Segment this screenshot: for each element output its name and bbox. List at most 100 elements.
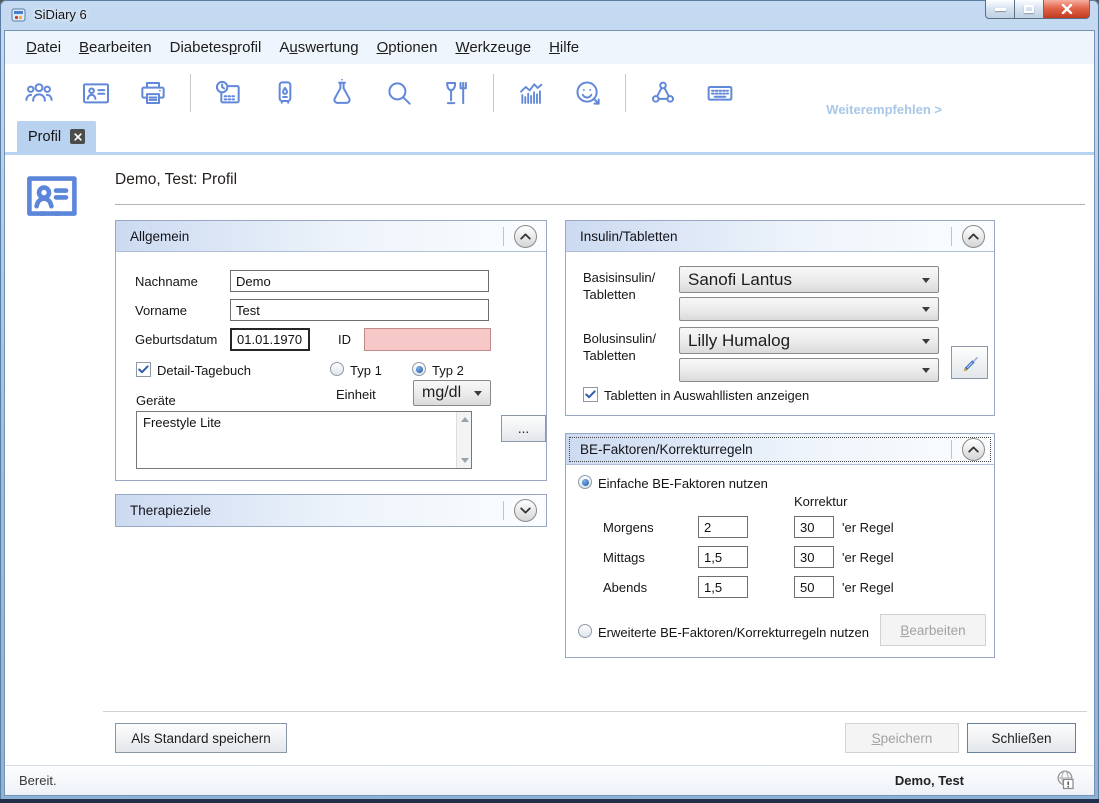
panel-insulin-header[interactable]: Insulin/Tabletten: [566, 221, 994, 252]
geraete-label: Geräte: [136, 393, 176, 408]
collapse-button[interactable]: [962, 225, 985, 248]
morgens-korrektur-field[interactable]: [794, 516, 834, 538]
close-button[interactable]: [1044, 0, 1090, 19]
scroll-down-icon: [461, 458, 469, 463]
bearbeiten-button[interactable]: Bearbeiten: [880, 614, 986, 646]
header-divider: [951, 227, 952, 246]
basisinsulin-select[interactable]: Sanofi Lantus: [679, 266, 939, 293]
panel-therapieziele-title: Therapieziele: [130, 503, 211, 518]
statistics-button[interactable]: [511, 73, 551, 113]
profile-page-icon: [25, 173, 79, 226]
schliessen-button[interactable]: Schließen: [967, 723, 1076, 753]
geburtsdatum-field[interactable]: [230, 328, 310, 351]
device-list-item[interactable]: Freestyle Lite: [137, 412, 471, 433]
print-button[interactable]: [133, 73, 173, 113]
food-button[interactable]: [436, 73, 476, 113]
check-icon: [585, 390, 596, 399]
panel-allgemein-header[interactable]: Allgemein: [116, 221, 546, 252]
wellbeing-button[interactable]: [568, 73, 608, 113]
menu-auswertung[interactable]: Auswertung: [270, 35, 367, 60]
listbox-scrollbar[interactable]: [456, 412, 471, 468]
promo-link[interactable]: Weiterempfehlen >: [826, 102, 942, 117]
geraete-listbox[interactable]: Freestyle Lite: [136, 411, 472, 469]
title-bar[interactable]: SiDiary 6: [0, 0, 1099, 30]
chevron-down-icon: [922, 278, 930, 283]
toolbar-separator: [625, 74, 626, 112]
bolusinsulin-value: Lilly Humalog: [688, 331, 790, 351]
tabletten-anzeigen-checkbox[interactable]: [583, 387, 598, 402]
menu-optionen[interactable]: Optionen: [368, 35, 447, 60]
menu-bar: Datei Bearbeiten Diabetesprofil Auswertu…: [5, 31, 1094, 64]
keyboard-icon: [703, 77, 737, 109]
id-field[interactable]: [364, 328, 491, 351]
morgens-faktor-field[interactable]: [698, 516, 748, 538]
vorname-field[interactable]: [230, 299, 489, 321]
panel-insulin-title: Insulin/Tabletten: [580, 229, 678, 244]
einfache-be-radio[interactable]: [578, 475, 592, 489]
client-area: Datei Bearbeiten Diabetesprofil Auswertu…: [4, 30, 1095, 796]
lab-icon: [325, 77, 359, 109]
globe-alert-icon[interactable]: [1054, 769, 1079, 795]
minimize-button[interactable]: [985, 0, 1015, 19]
syringe-icon: [960, 353, 980, 373]
panel-insulin: Insulin/Tabletten Basisinsulin/ Tablette…: [565, 220, 995, 416]
expand-button[interactable]: [514, 499, 537, 522]
abends-label: Abends: [603, 580, 647, 595]
search-button[interactable]: [379, 73, 419, 113]
bolusinsulin-select-2[interactable]: [679, 358, 939, 382]
detail-tagebuch-checkbox[interactable]: [136, 362, 151, 377]
mittags-faktor-field[interactable]: [698, 546, 748, 568]
tab-close-button[interactable]: [70, 129, 85, 144]
panel-allgemein-title: Allgemein: [130, 229, 189, 244]
panel-therapieziele-header[interactable]: Therapieziele: [116, 495, 546, 526]
collapse-button[interactable]: [514, 225, 537, 248]
maximize-button[interactable]: [1015, 0, 1044, 19]
menu-bearbeiten[interactable]: Bearbeiten: [70, 35, 161, 60]
typ2-radio[interactable]: [412, 362, 426, 376]
device-icon: [268, 77, 302, 109]
tab-bar: Profil: [5, 121, 1094, 155]
erweiterte-be-radio[interactable]: [578, 624, 592, 638]
collapse-button[interactable]: [962, 438, 985, 461]
profile-card-button[interactable]: [76, 73, 116, 113]
panel-be-faktoren-header[interactable]: BE-Faktoren/Korrekturregeln: [566, 434, 994, 465]
vorname-label: Vorname: [135, 303, 187, 318]
patients-button[interactable]: [19, 73, 59, 113]
keyboard-button[interactable]: [700, 73, 740, 113]
food-icon: [439, 77, 473, 109]
als-standard-speichern-button[interactable]: Als Standard speichern: [115, 723, 287, 753]
chevron-down-icon: [922, 307, 930, 312]
patients-icon: [22, 77, 56, 109]
menu-werkzeuge[interactable]: Werkzeuge: [446, 35, 540, 60]
bolusinsulin-select[interactable]: Lilly Humalog: [679, 327, 939, 354]
abends-faktor-field[interactable]: [698, 576, 748, 598]
einheit-label: Einheit: [336, 387, 376, 402]
speichern-button[interactable]: Speichern: [845, 723, 959, 753]
nachname-field[interactable]: [230, 270, 489, 292]
mittags-regel-suffix: 'er Regel: [842, 550, 894, 565]
share-button[interactable]: [643, 73, 683, 113]
chevron-down-icon: [922, 339, 930, 344]
calendar-button[interactable]: [208, 73, 248, 113]
einheit-select[interactable]: mg/dl: [413, 380, 491, 406]
insulin-wizard-button[interactable]: [951, 346, 988, 379]
device-button[interactable]: [265, 73, 305, 113]
print-icon: [136, 77, 170, 109]
menu-hilfe[interactable]: Hilfe: [540, 35, 588, 60]
tab-profil[interactable]: Profil: [17, 121, 96, 152]
abends-korrektur-field[interactable]: [794, 576, 834, 598]
mittags-korrektur-field[interactable]: [794, 546, 834, 568]
basisinsulin-select-2[interactable]: [679, 297, 939, 321]
chevron-down-icon: [922, 368, 930, 373]
menu-datei[interactable]: Datei: [17, 35, 70, 60]
lab-button[interactable]: [322, 73, 362, 113]
tab-label: Profil: [28, 129, 61, 145]
abends-regel-suffix: 'er Regel: [842, 580, 894, 595]
toolbar: Weiterempfehlen >: [5, 64, 1094, 121]
footer-divider: [103, 711, 1087, 712]
typ1-radio[interactable]: [330, 362, 344, 376]
tabletten-anzeigen-label: Tabletten in Auswahllisten anzeigen: [604, 388, 809, 403]
menu-diabetesprofil[interactable]: Diabetesprofil: [161, 35, 271, 60]
check-icon: [138, 365, 149, 374]
geraete-more-button[interactable]: ...: [501, 415, 546, 442]
